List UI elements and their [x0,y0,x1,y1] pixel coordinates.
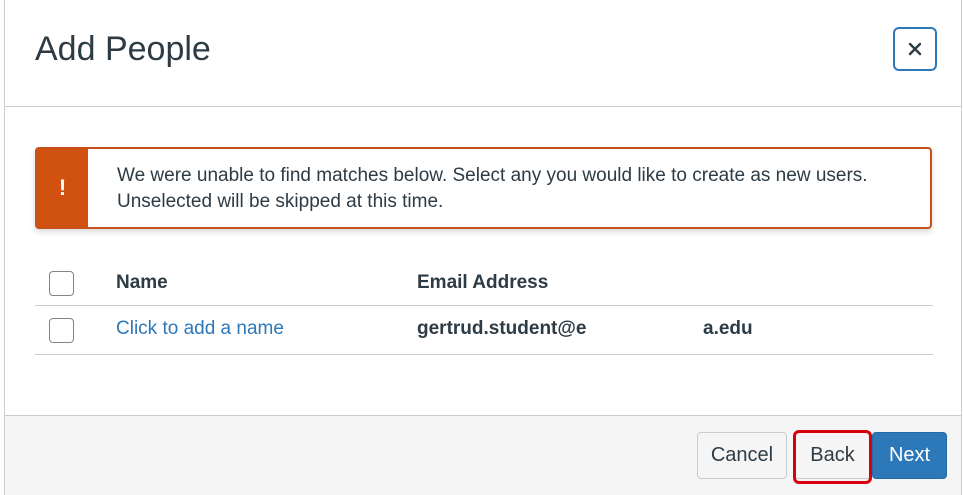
dialog-footer: Cancel Back Next [5,415,961,495]
warning-icon: ! [58,175,67,200]
table-row: Click to add a name gertrud.student@e a.… [35,306,933,355]
back-button[interactable]: Back [794,432,871,479]
users-table: Name Email Address Click to add a name g… [35,258,933,355]
close-icon [908,42,922,56]
warning-alert: ! We were unable to find matches below. … [35,147,932,229]
select-all-checkbox[interactable] [49,271,74,296]
email-value-start: gertrud.student@e [417,318,587,339]
row-checkbox[interactable] [49,318,74,343]
table-header-row: Name Email Address [35,258,933,306]
cancel-button[interactable]: Cancel [697,432,787,479]
dialog-title: Add People [35,30,211,68]
email-value-end: a.edu [703,318,753,339]
redacted-area [610,314,702,346]
email-column-header: Email Address [417,272,549,293]
add-people-dialog: Add People ! We were unable to find matc… [4,0,962,495]
alert-icon-container: ! [37,149,88,227]
dialog-header: Add People [5,0,961,107]
close-button[interactable] [893,27,937,71]
name-column-header: Name [116,272,168,293]
add-name-link[interactable]: Click to add a name [116,318,284,340]
next-button[interactable]: Next [872,432,947,479]
alert-message: We were unable to find matches below. Se… [117,165,868,212]
